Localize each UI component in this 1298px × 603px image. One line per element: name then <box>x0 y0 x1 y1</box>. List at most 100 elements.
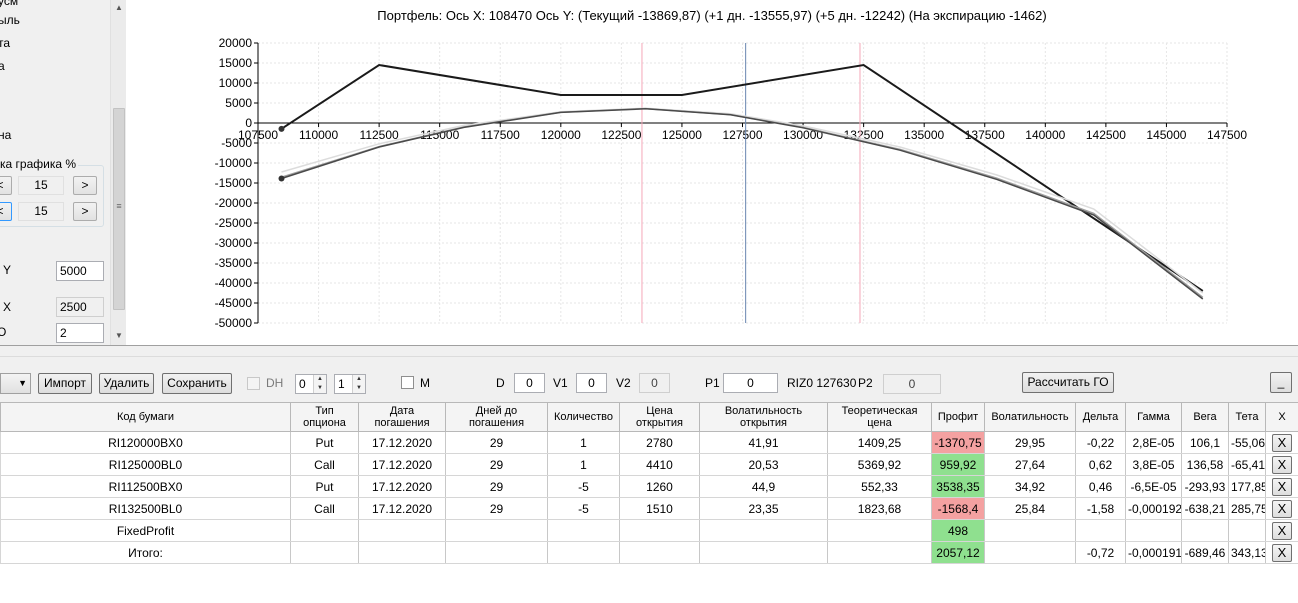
table-row[interactable]: RI120000BX0 Put 17.12.2020 29 1 2780 41,91 1409… <box>0 431 1298 454</box>
remove-row-button[interactable]: X <box>1272 499 1292 518</box>
cell-price[interactable]: 1510 <box>619 497 700 520</box>
cell-code[interactable]: FixedProfit <box>0 519 291 542</box>
import-button[interactable]: Импорт <box>38 373 92 394</box>
cell-days[interactable]: 29 <box>445 453 548 476</box>
settings-item[interactable]: та <box>0 36 10 50</box>
col-header[interactable]: Профит <box>931 402 985 432</box>
cell-delta[interactable] <box>1075 519 1126 542</box>
minimize-button[interactable]: _ <box>1270 372 1292 393</box>
settings-item[interactable]: а <box>0 59 5 73</box>
cell-theo[interactable] <box>827 519 932 542</box>
cell-days[interactable]: 29 <box>445 431 548 454</box>
panel-splitter[interactable] <box>0 345 1298 357</box>
cell-qty[interactable]: -5 <box>547 497 620 520</box>
o-input[interactable]: 2 <box>56 323 104 343</box>
remove-row-button[interactable]: X <box>1272 521 1292 540</box>
cell-delta[interactable]: 0,46 <box>1075 475 1126 498</box>
cell-vega[interactable]: 136,58 <box>1181 453 1229 476</box>
dh-checkbox[interactable] <box>247 377 260 390</box>
col-header[interactable]: Код бумаги <box>0 402 291 432</box>
remove-row-button[interactable]: X <box>1272 433 1292 452</box>
y-step-input[interactable]: 5000 <box>56 261 104 281</box>
cell-date[interactable]: 17.12.2020 <box>358 431 446 454</box>
cell-type[interactable] <box>290 541 359 564</box>
cell-qty[interactable]: -5 <box>547 475 620 498</box>
cell-theo[interactable] <box>827 541 932 564</box>
remove-row-button[interactable]: X <box>1272 477 1292 496</box>
scale2-next-button[interactable]: > <box>73 202 97 221</box>
dh-spinner-1[interactable]: 0 ▲ ▼ <box>295 374 327 394</box>
cell-code[interactable]: RI132500BL0 <box>0 497 291 520</box>
cell-type[interactable]: Put <box>290 475 359 498</box>
cell-qty[interactable]: 1 <box>547 431 620 454</box>
col-header[interactable]: Дней до погашения <box>445 402 548 432</box>
table-row[interactable]: RI112500BX0 Put 17.12.2020 29 -5 1260 44,9 552,… <box>0 475 1298 498</box>
cell-type[interactable] <box>290 519 359 542</box>
cell-qty[interactable] <box>547 541 620 564</box>
cell-vega[interactable]: -638,21 <box>1181 497 1229 520</box>
cell-delta[interactable]: -0,72 <box>1075 541 1126 564</box>
cell-profit[interactable]: 959,92 <box>931 453 985 476</box>
cell-price[interactable]: 1260 <box>619 475 700 498</box>
cell-theta[interactable]: -65,41 <box>1228 453 1266 476</box>
dh-spinner-2[interactable]: 1 ▲ ▼ <box>334 374 366 394</box>
spinner-arrows-icon[interactable]: ▲ ▼ <box>352 375 365 393</box>
cell-profit[interactable]: -1370,75 <box>931 431 985 454</box>
scroll-down-icon[interactable]: ▼ <box>111 328 126 344</box>
cell-delta[interactable]: -1,58 <box>1075 497 1126 520</box>
cell-date[interactable]: 17.12.2020 <box>358 475 446 498</box>
v1-input[interactable]: 0 <box>576 373 607 393</box>
cell-gamma[interactable]: -6,5E-05 <box>1125 475 1182 498</box>
table-row[interactable]: RI125000BL0 Call 17.12.2020 29 1 4410 20,53 536… <box>0 453 1298 476</box>
cell-profit[interactable]: 498 <box>931 519 985 542</box>
cell-theo[interactable]: 552,33 <box>827 475 932 498</box>
scroll-up-icon[interactable]: ▲ <box>111 0 126 16</box>
cell-code[interactable]: Итого: <box>0 541 291 564</box>
cell-theta[interactable] <box>1228 519 1266 542</box>
scale1-next-button[interactable]: > <box>73 176 97 195</box>
cell-theta[interactable]: -55,06 <box>1228 431 1266 454</box>
cell-code[interactable]: RI125000BL0 <box>0 453 291 476</box>
col-header[interactable]: Вега <box>1181 402 1229 432</box>
col-header[interactable]: Волатильность открытия <box>699 402 828 432</box>
pnl-chart[interactable]: 20000 15000 10000 5000 0 -5000 -10000 -15000 -20… <box>126 0 1298 345</box>
scale2-prev-button[interactable]: < <box>0 202 12 221</box>
settings-item[interactable]: ыль <box>0 13 20 27</box>
cell-gamma[interactable] <box>1125 519 1182 542</box>
delete-button[interactable]: Удалить <box>99 373 154 394</box>
p1-input[interactable]: 0 <box>723 373 778 393</box>
col-header[interactable]: Количество <box>547 402 620 432</box>
portfolio-dropdown[interactable]: ▼ <box>0 373 31 394</box>
cell-price[interactable] <box>619 519 700 542</box>
save-button[interactable]: Сохранить <box>162 373 232 394</box>
total-row[interactable]: Итого: 2057,12 -0,72 -0,000191 -689,46 343,13… <box>0 541 1298 564</box>
col-header[interactable]: Волатильность <box>984 402 1076 432</box>
cell-theta[interactable]: 177,85 <box>1228 475 1266 498</box>
cell-qty[interactable] <box>547 519 620 542</box>
cell-vol_open[interactable] <box>699 519 828 542</box>
table-row[interactable]: RI132500BL0 Call 17.12.2020 29 -5 1510 23,35 18… <box>0 497 1298 520</box>
m-checkbox[interactable] <box>401 376 414 389</box>
cell-vol[interactable]: 25,84 <box>984 497 1076 520</box>
cell-type[interactable]: Put <box>290 431 359 454</box>
cell-vol_open[interactable] <box>699 541 828 564</box>
cell-days[interactable]: 29 <box>445 475 548 498</box>
fixed-profit-row[interactable]: FixedProfit 498 X <box>0 519 1298 542</box>
cell-vol_open[interactable]: 20,53 <box>699 453 828 476</box>
col-header[interactable]: Дата погашения <box>358 402 446 432</box>
cell-vega[interactable]: -689,46 <box>1181 541 1229 564</box>
cell-theta[interactable]: 343,13 <box>1228 541 1266 564</box>
cell-days[interactable]: 29 <box>445 497 548 520</box>
cell-profit[interactable]: -1568,4 <box>931 497 985 520</box>
cell-date[interactable]: 17.12.2020 <box>358 497 446 520</box>
cell-type[interactable]: Call <box>290 453 359 476</box>
cell-date[interactable]: 17.12.2020 <box>358 453 446 476</box>
cell-gamma[interactable]: 3,8E-05 <box>1125 453 1182 476</box>
col-header[interactable]: Цена открытия <box>619 402 700 432</box>
col-header[interactable]: Тета <box>1228 402 1266 432</box>
col-header[interactable]: X <box>1265 402 1298 432</box>
col-header[interactable]: Теоретическая цена <box>827 402 932 432</box>
cell-qty[interactable]: 1 <box>547 453 620 476</box>
cell-profit[interactable]: 2057,12 <box>931 541 985 564</box>
settings-scrollbar[interactable]: ▲ ≡ ▼ <box>110 0 126 345</box>
